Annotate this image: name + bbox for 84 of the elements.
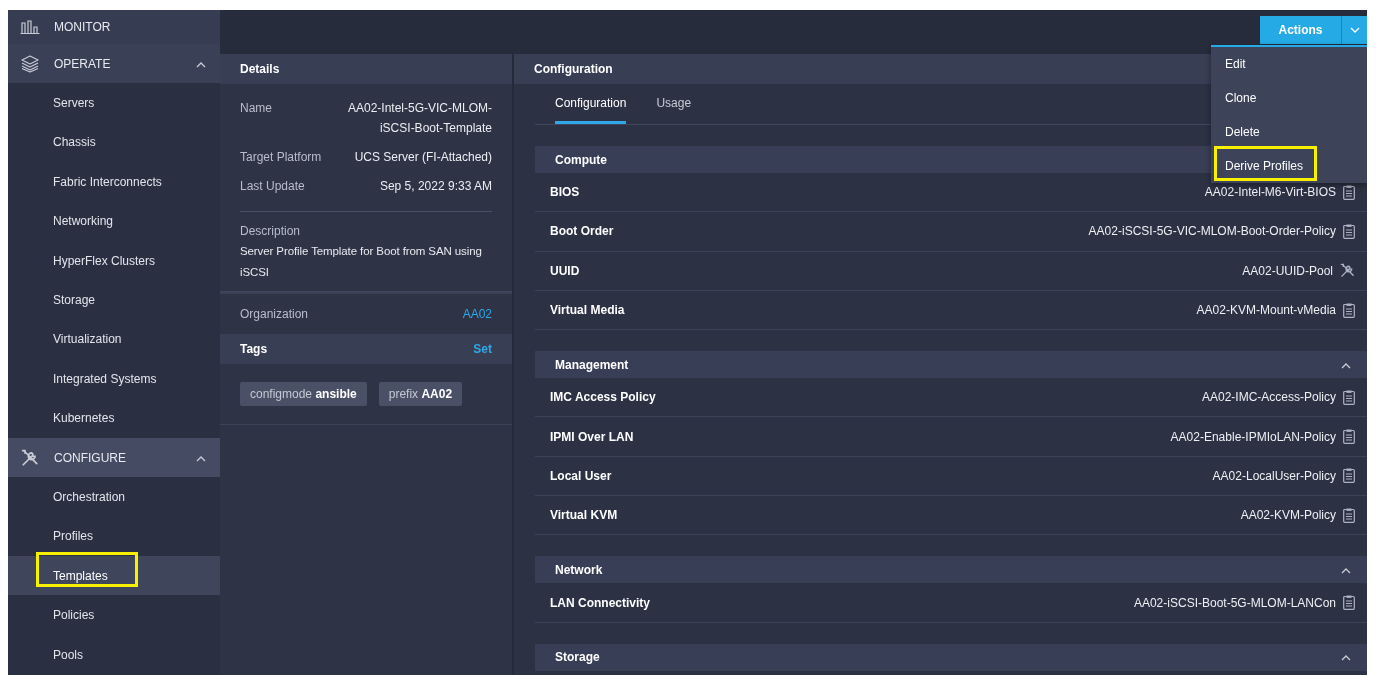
panel-title: Tags <box>240 342 268 356</box>
layers-icon <box>21 54 39 73</box>
row-label: Virtual KVM <box>550 508 618 523</box>
chevron-up-icon <box>1341 655 1351 662</box>
chevron-up-icon <box>196 455 206 462</box>
section-header[interactable]: Network <box>535 556 1367 584</box>
row-label: LAN Connectivity <box>550 595 650 610</box>
tag-chip: configmode ansible <box>240 382 367 406</box>
nav-item[interactable]: Policies <box>8 595 220 635</box>
policy-name: AA02-KVM-Mount-vMedia <box>1196 303 1336 318</box>
field-value: UCS Server (FI-Attached) <box>354 149 492 166</box>
section-title: Compute <box>555 152 607 167</box>
policy-name: AA02-Enable-IPMIoLAN-Policy <box>1170 429 1336 444</box>
dropdown-button[interactable] <box>1341 16 1367 44</box>
row-label: Local User <box>550 468 612 483</box>
document-icon <box>1343 223 1355 239</box>
policy-name: AA02-iSCSI-5G-VIC-MLOM-Boot-Order-Policy <box>1088 224 1336 239</box>
panel-title: Details <box>240 62 280 76</box>
tab[interactable]: Configuration <box>555 84 627 124</box>
organization-link[interactable]: AA02 <box>462 307 492 321</box>
section-header[interactable]: Management <box>535 351 1367 379</box>
nav-group[interactable]: CONFIGURE <box>8 437 220 478</box>
policy-name: AA02-KVM-Policy <box>1240 508 1336 523</box>
section-title: Network <box>555 562 603 577</box>
nav-item[interactable]: Servers <box>8 83 220 123</box>
nav-group-label: CONFIGURE <box>54 450 127 465</box>
nav-item[interactable]: Virtualization <box>8 319 220 360</box>
row-label: IMC Access Policy <box>550 390 656 405</box>
nav-item[interactable]: Orchestration <box>8 477 220 517</box>
nav-group-label: MONITOR <box>54 20 112 34</box>
nav-group[interactable]: OPERATE <box>8 44 220 84</box>
field-label: Name <box>240 100 272 117</box>
nav-item[interactable]: Chassis <box>8 122 220 163</box>
nav-item[interactable]: Profiles <box>8 516 220 557</box>
section-header[interactable]: Storage <box>535 643 1367 671</box>
field-label: Description <box>240 224 302 238</box>
document-icon <box>1343 389 1355 405</box>
bar-chart-icon <box>20 20 40 34</box>
nav-item[interactable]: Fabric Interconnects <box>8 162 220 202</box>
row-label: Virtual Media <box>550 303 625 318</box>
field-label: Organization <box>240 307 309 321</box>
document-icon <box>1343 429 1355 445</box>
nav-item[interactable]: Networking <box>8 201 220 241</box>
panel-title: Configuration <box>534 62 613 76</box>
document-icon <box>1343 468 1355 484</box>
tools-icon <box>1340 263 1355 279</box>
menu-item[interactable]: Edit <box>1211 47 1367 81</box>
nav-item[interactable]: Storage <box>8 280 220 320</box>
policy-name: AA02-IMC-Access-Policy <box>1201 390 1336 405</box>
tag-chip: prefix AA02 <box>378 382 463 406</box>
document-icon <box>1343 302 1355 318</box>
row-label: UUID <box>550 263 580 278</box>
chevron-up-icon <box>1341 567 1351 574</box>
chevron-up-icon <box>1341 362 1351 369</box>
policy-name: AA02-iSCSI-Boot-5G-MLOM-LANCon <box>1133 595 1336 610</box>
section-title: Management <box>555 357 629 372</box>
menu-item[interactable]: Clone <box>1211 81 1367 115</box>
tab[interactable]: Usage <box>656 84 692 124</box>
document-icon <box>1343 595 1355 610</box>
menu-item[interactable]: Delete <box>1211 115 1367 149</box>
caret-icon <box>1349 27 1360 33</box>
tools-icon <box>21 448 39 467</box>
policy-name: AA02-UUID-Pool <box>1242 263 1333 278</box>
nav-item[interactable]: Pools <box>8 634 220 675</box>
policy-name: AA02-Intel-M6-Virt-BIOS <box>1204 185 1336 200</box>
nav-item[interactable]: Kubernetes <box>8 398 220 438</box>
policy-name: AA02-LocalUser-Policy <box>1212 468 1336 483</box>
nav-item[interactable]: Integrated Systems <box>8 359 220 399</box>
field-label: Target Platform <box>240 149 322 166</box>
document-icon <box>1343 507 1355 523</box>
nav-group[interactable]: MONITOR <box>8 10 220 44</box>
section-title: Storage <box>555 650 600 665</box>
field-value: Sep 5, 2022 9:33 AM <box>379 178 492 195</box>
row-label: Boot Order <box>550 224 614 239</box>
row-label: IPMI Over LAN <box>550 429 634 444</box>
nav-group-label: OPERATE <box>54 56 112 71</box>
row-label: BIOS <box>550 185 580 200</box>
field-value: AA02-Intel-5G-VIC-MLOM-iSCSI-Boot-Template <box>347 100 492 137</box>
set-link[interactable]: Set <box>473 342 492 356</box>
nav-item[interactable]: HyperFlex Clusters <box>8 240 220 281</box>
chevron-up-icon <box>196 61 206 68</box>
field-label: Last Update <box>240 178 305 195</box>
description-text: Server Profile Template for Boot from SAN using iSCSI <box>240 244 483 280</box>
document-icon <box>1343 184 1355 200</box>
